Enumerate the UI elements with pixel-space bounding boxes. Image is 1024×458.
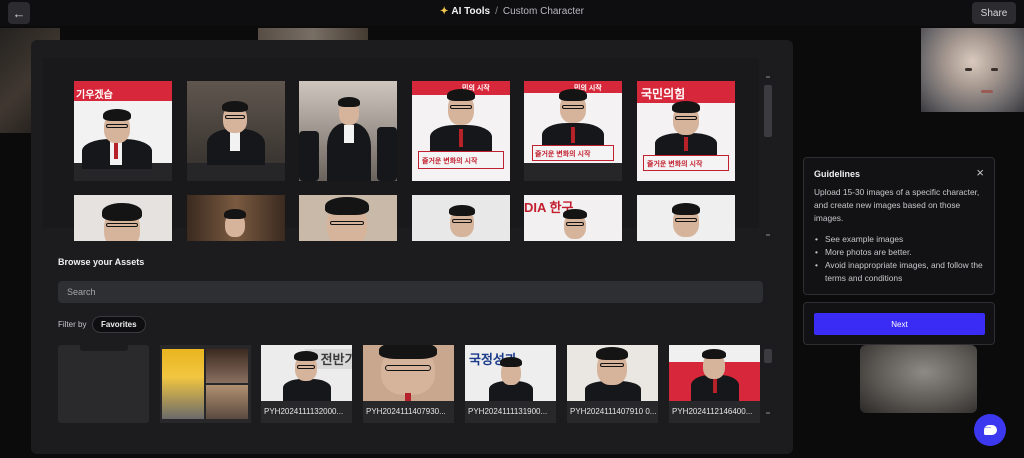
folder-icon (80, 345, 128, 351)
breadcrumb-ai-tools[interactable]: ✦ AI Tools (440, 6, 490, 17)
top-bar: ← ✦ AI Tools / Custom Character Share (0, 0, 1024, 26)
guideline-item: Avoid inappropriate images, and follow t… (814, 259, 992, 285)
scroll-up-icon[interactable] (766, 76, 770, 78)
uploaded-image-11[interactable]: DIA 한구 (524, 195, 622, 241)
podium-text: 즐거운 변화의 시작 (647, 161, 703, 168)
uploaded-image-10[interactable] (412, 195, 510, 241)
asset-folder[interactable] (58, 345, 149, 423)
guidelines-description: Upload 15-30 images of a specific charac… (814, 187, 980, 223)
portrait-mouth (981, 90, 993, 93)
asset-item-4[interactable]: PYH2024111407910 0... (567, 345, 658, 423)
filter-favorites-chip[interactable]: Favorites (92, 316, 146, 333)
image-banner-text: 기우겠습 (76, 90, 113, 101)
uploaded-image-1[interactable]: 기우겠습 (74, 81, 172, 181)
breadcrumb-current-page: Custom Character (502, 6, 584, 17)
upload-grid-scrollbar[interactable] (764, 85, 772, 137)
asset-caption: PYH2024111131900... (468, 407, 548, 416)
magic-wand-icon: ✦ (439, 6, 449, 17)
podium-text: 즐거운 변화의 시작 (535, 151, 591, 158)
guideline-item: More photos are better. (814, 246, 992, 259)
uploaded-image-6[interactable]: 국민의힘 즐거운 변화의 시작 (637, 81, 735, 181)
chat-bubble-icon (983, 422, 997, 435)
guidelines-list: See example images More photos are bette… (814, 233, 992, 285)
asset-caption: PYH2024111407910 0... (570, 407, 657, 416)
scroll-down-icon[interactable] (766, 234, 770, 236)
guideline-item: See example images (814, 233, 992, 246)
close-icon[interactable]: × (976, 165, 984, 180)
uploaded-image-8[interactable] (187, 195, 285, 241)
asset-item-2[interactable]: PYH2024111407930... (363, 345, 454, 423)
asset-item-1[interactable]: 동 전반기 PYH2024111132000... (261, 345, 352, 423)
uploaded-image-12[interactable] (637, 195, 735, 241)
uploaded-image-9[interactable] (299, 195, 397, 241)
browse-assets-title: Browse your Assets (58, 257, 145, 267)
asset-caption: PYH2024111407930... (366, 407, 446, 416)
breadcrumb-separator: / (495, 6, 498, 17)
guidelines-card: Guidelines × Upload 15-30 images of a sp… (803, 157, 995, 295)
assets-scrollbar[interactable] (764, 349, 772, 363)
podium-text: 즐거운 변화의 시작 (422, 158, 478, 165)
background-image-top (258, 28, 368, 40)
uploaded-image-7[interactable] (74, 195, 172, 241)
uploaded-image-2[interactable] (187, 81, 285, 181)
uploaded-images-grid: 기우겠습 민의 시작 즐거운 변화의 시작 민의 시작 즐거운 변화의 시작 국… (43, 58, 759, 241)
scroll-down-icon[interactable] (766, 412, 770, 414)
uploaded-image-5[interactable]: 민의 시작 즐거운 변화의 시작 (524, 81, 622, 181)
portrait-eye (991, 68, 998, 71)
asset-collage[interactable] (160, 345, 251, 423)
uploaded-image-3[interactable] (299, 81, 397, 181)
guidelines-title: Guidelines (814, 169, 861, 179)
share-button[interactable]: Share (972, 2, 1016, 24)
uploaded-image-4[interactable]: 민의 시작 즐거운 변화의 시작 (412, 81, 510, 181)
background-image-portrait (921, 28, 1024, 112)
asset-search-input[interactable] (58, 281, 763, 303)
asset-caption: PYH2024111132000... (264, 407, 344, 416)
asset-caption: PYH2024112146400... (672, 407, 753, 416)
breadcrumb: ✦ AI Tools / Custom Character (0, 6, 1024, 17)
chat-support-button[interactable] (974, 414, 1006, 446)
background-image-statue (860, 345, 977, 413)
next-button[interactable]: Next (814, 313, 985, 335)
portrait-eye (965, 68, 972, 71)
image-banner-text: 국민의힘 (641, 87, 686, 101)
asset-item-5[interactable]: PYH2024112146400... (669, 345, 760, 423)
next-container: Next (803, 302, 995, 345)
asset-item-3[interactable]: 국정성과 PYH2024111131900... (465, 345, 556, 423)
filter-label: Filter by (58, 320, 87, 329)
